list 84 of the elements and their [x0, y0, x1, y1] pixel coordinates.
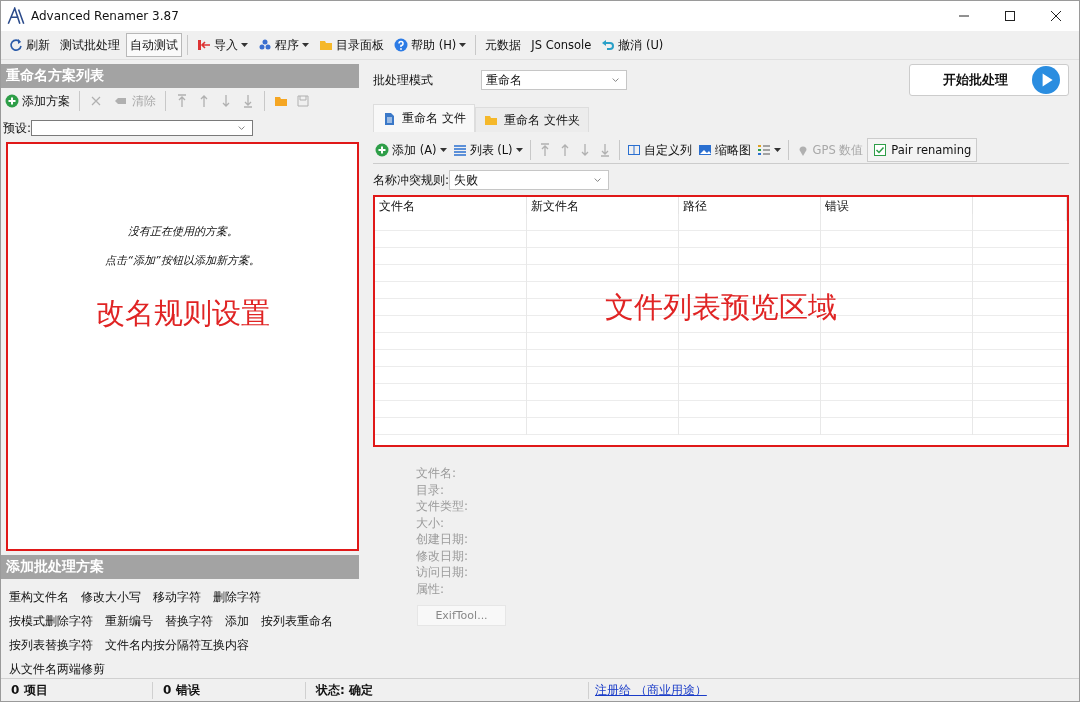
molecule-icon: [258, 38, 272, 52]
tab[interactable]: 重命名 文件夹: [474, 107, 589, 132]
folder-icon: [319, 38, 333, 52]
toolbar-button[interactable]: JS Console: [527, 33, 596, 57]
method-link[interactable]: 文件名内按分隔符互换内容: [105, 637, 249, 654]
register-link[interactable]: 注册给 （商业用途）: [595, 681, 707, 699]
toolbar-button[interactable]: 缩略图: [695, 139, 753, 161]
method-link[interactable]: 按模式删除字符: [9, 613, 93, 630]
import-icon: [197, 38, 211, 52]
columns-icon: [626, 143, 641, 157]
info-label: 文件类型:: [416, 498, 470, 515]
status-state: 状态: 确定: [306, 681, 589, 699]
info-label: 文件名:: [416, 465, 458, 482]
document-icon: [382, 111, 396, 126]
refresh-icon: [9, 38, 23, 52]
folder-icon: [483, 113, 498, 127]
method-link[interactable]: 添加: [225, 613, 249, 630]
column-header[interactable]: 文件名: [375, 197, 527, 221]
toolbar-button[interactable]: 刷新: [5, 33, 54, 57]
info-label: 属性:: [416, 580, 446, 597]
start-batch-button[interactable]: 开始批处理: [909, 64, 1069, 96]
method-link[interactable]: 删除字符: [213, 589, 261, 606]
play-icon: [1031, 66, 1060, 94]
toolbar-button[interactable]: 添加方案: [3, 90, 72, 112]
tab[interactable]: 重命名 文件: [373, 104, 475, 132]
move-top-icon: [175, 94, 189, 108]
column-header[interactable]: 新文件名: [527, 197, 679, 221]
list-icon: [452, 143, 467, 157]
conflict-rule-label: 名称冲突规则:: [373, 171, 450, 189]
undo-icon: [601, 38, 616, 52]
method-link[interactable]: 修改大小写: [81, 589, 141, 606]
move-bottom-icon: [241, 94, 255, 108]
app-logo-icon: [7, 7, 25, 25]
method-link[interactable]: 按列表替换字符: [9, 637, 93, 654]
folder-icon: [274, 94, 288, 108]
method-link[interactable]: 替换字符: [165, 613, 213, 630]
info-label: 修改日期:: [416, 547, 470, 564]
column-header[interactable]: 路径: [679, 197, 821, 221]
method-link[interactable]: 从文件名两端修剪: [9, 661, 105, 678]
toolbar-button[interactable]: 列表 (L): [450, 139, 525, 161]
save-icon: [296, 94, 310, 108]
toolbar-button[interactable]: 自定义列: [624, 139, 694, 161]
info-label: 大小:: [416, 514, 446, 531]
annotation-label: 文件列表预览区域: [605, 293, 837, 322]
info-label: 访问日期:: [416, 564, 470, 581]
maximize-icon: [1005, 11, 1015, 21]
column-header[interactable]: 错误: [821, 197, 973, 221]
method-link[interactable]: 重新编号: [105, 613, 153, 630]
batch-mode-dropdown[interactable]: 重命名: [481, 70, 627, 90]
add-icon: [5, 94, 19, 108]
toolbar-button[interactable]: 程序: [254, 33, 313, 57]
status-item-count: 0 项目: [1, 681, 153, 699]
batch-mode-label: 批处理模式: [373, 71, 434, 89]
toolbar-button[interactable]: 测试批处理: [56, 33, 124, 57]
close-icon: [1051, 11, 1061, 21]
panel-header: 重命名方案列表: [1, 64, 359, 88]
toolbar-button[interactable]: 添加 (A): [373, 139, 449, 161]
toolbar-button[interactable]: 目录面板: [315, 33, 388, 57]
info-label: 目录:: [416, 481, 446, 498]
toolbar-button[interactable]: 撤消 (U): [597, 33, 668, 57]
help-icon: [394, 38, 408, 52]
toolbar-button[interactable]: 自动测试: [126, 33, 182, 57]
empty-message: 点击“添加”按钮以添加新方案。: [105, 253, 260, 268]
panel-header: 添加批处理方案: [1, 555, 359, 579]
method-link[interactable]: 按列表重命名: [261, 613, 333, 630]
toolbar-button[interactable]: 导入: [193, 33, 252, 57]
method-link[interactable]: 移动字符: [153, 589, 201, 606]
annotation-label: 改名规则设置: [95, 299, 270, 328]
empty-message: 没有正在使用的方案。: [127, 224, 238, 239]
checkbox-icon: [873, 143, 888, 157]
status-error-count: 0 错误: [153, 681, 306, 699]
toolbar-button[interactable]: 帮助 (H): [390, 33, 471, 57]
add-icon: [375, 143, 389, 157]
details-view-icon: [756, 143, 771, 157]
pair-renaming-toggle[interactable]: Pair renaming: [867, 138, 978, 162]
toolbar-button[interactable]: 元数据: [481, 33, 526, 57]
info-label: 创建日期:: [416, 531, 470, 548]
image-icon: [697, 143, 712, 157]
close-icon: [89, 94, 103, 108]
preset-label: 预设:: [3, 119, 32, 137]
method-link[interactable]: 重构文件名: [9, 589, 69, 606]
conflict-rule-dropdown[interactable]: 失败: [449, 170, 610, 190]
window-title: Advanced Renamer 3.87: [31, 9, 180, 23]
preset-dropdown[interactable]: [31, 120, 254, 136]
